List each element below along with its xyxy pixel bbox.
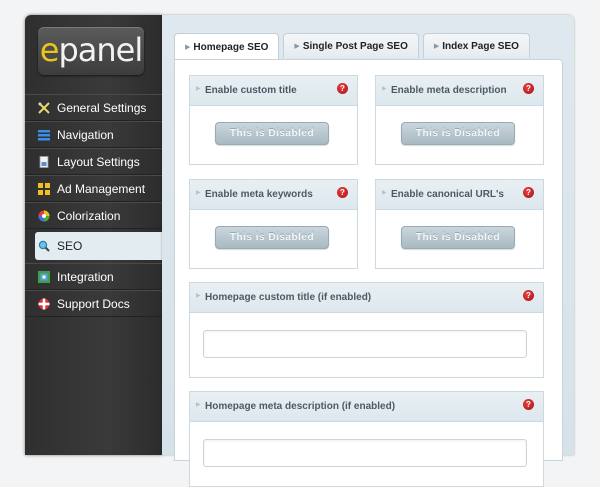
help-icon[interactable]: ? [523,83,534,94]
triangle-icon: ▶ [196,86,201,92]
sidebar-item-label: Colorization [57,208,121,223]
triangle-icon: ▶ [196,293,201,299]
sidebar-item-navigation[interactable]: Navigation [25,121,162,148]
sidebar-item-label: SEO [57,239,83,253]
field-homepage-custom-title: ▶ Homepage custom title (if enabled) ? [189,282,544,378]
sidebar-item-seo[interactable]: SEO [35,232,172,260]
option-header: ▶ Enable custom title ? [190,76,357,106]
tab-content: ▶ Enable custom title ? This is Disabled… [174,59,563,487]
sidebar-item-label: General Settings [57,100,147,115]
triangle-icon: ▶ [196,402,201,408]
sidebar-item-label: Integration [57,269,114,284]
homepage-meta-description-input[interactable] [203,439,527,467]
sidebar-item-label: Ad Management [57,181,146,196]
triangle-icon: ▶ [196,190,201,196]
sidebar-item-support-docs[interactable]: Support Docs [25,290,162,317]
logo: epanel [38,27,144,75]
tools-icon [38,101,50,114]
triangle-icon: ▶ [382,190,387,196]
tab-bar: ▶ Homepage SEO ▶ Single Post Page SEO ▶ … [174,33,534,60]
field-header: ▶ Homepage custom title (if enabled) ? [190,283,543,313]
list-icon [38,129,50,141]
sidebar-item-label: Navigation [57,127,114,142]
sidebar-item-general-settings[interactable]: General Settings [25,94,162,121]
option-header: ▶ Enable meta keywords ? [190,180,357,210]
tab-index-page-seo[interactable]: ▶ Index Page SEO [422,33,530,58]
option-header: ▶ Enable meta description ? [376,76,543,106]
integration-icon [38,270,50,283]
option-header: ▶ Enable canonical URL's ? [376,180,543,210]
help-icon[interactable]: ? [523,290,534,301]
option-meta-keywords: ▶ Enable meta keywords ? This is Disable… [189,179,358,269]
toggle-custom-title-button[interactable]: This is Disabled [215,122,329,145]
triangle-icon: ▶ [185,44,191,51]
tab-single-post-page-seo[interactable]: ▶ Single Post Page SEO [283,33,419,58]
tab-homepage-seo[interactable]: ▶ Homepage SEO [174,33,280,60]
page-icon [38,155,50,168]
sidebar-item-ad-management[interactable]: Ad Management [25,175,162,202]
sidebar-item-label: Support Docs [57,296,130,311]
sidebar-item-integration[interactable]: Integration [25,263,162,290]
option-meta-description: ▶ Enable meta description ? This is Disa… [375,75,544,165]
main-panel: ▶ Homepage SEO ▶ Single Post Page SEO ▶ … [162,15,574,487]
help-icon[interactable]: ? [523,187,534,198]
sidebar: epanel General Settings Navigation Layou… [25,15,172,455]
triangle-icon: ▶ [382,86,387,92]
color-wheel-icon [38,210,50,222]
homepage-custom-title-input[interactable] [203,330,527,358]
grid-icon [38,182,50,195]
logo-text: epanel [39,31,143,69]
toggle-meta-description-button[interactable]: This is Disabled [401,122,515,145]
option-canonical-urls: ▶ Enable canonical URL's ? This is Disab… [375,179,544,269]
sidebar-nav: General Settings Navigation Layout Setti… [25,94,172,317]
sidebar-item-colorization[interactable]: Colorization [25,202,162,229]
help-icon[interactable]: ? [337,83,348,94]
magnifier-icon [38,240,50,252]
option-custom-title: ▶ Enable custom title ? This is Disabled [189,75,358,165]
triangle-icon: ▶ [433,43,440,50]
help-icon[interactable]: ? [337,187,348,198]
triangle-icon: ▶ [294,43,300,50]
sidebar-item-layout-settings[interactable]: Layout Settings [25,148,162,175]
field-header: ▶ Homepage meta description (if enabled)… [190,392,543,422]
lifebuoy-icon [38,298,50,310]
sidebar-item-label: Layout Settings [57,154,140,169]
toggle-canonical-urls-button[interactable]: This is Disabled [401,226,515,249]
field-homepage-meta-description: ▶ Homepage meta description (if enabled)… [189,391,544,487]
toggle-meta-keywords-button[interactable]: This is Disabled [215,226,329,249]
help-icon[interactable]: ? [523,399,534,410]
